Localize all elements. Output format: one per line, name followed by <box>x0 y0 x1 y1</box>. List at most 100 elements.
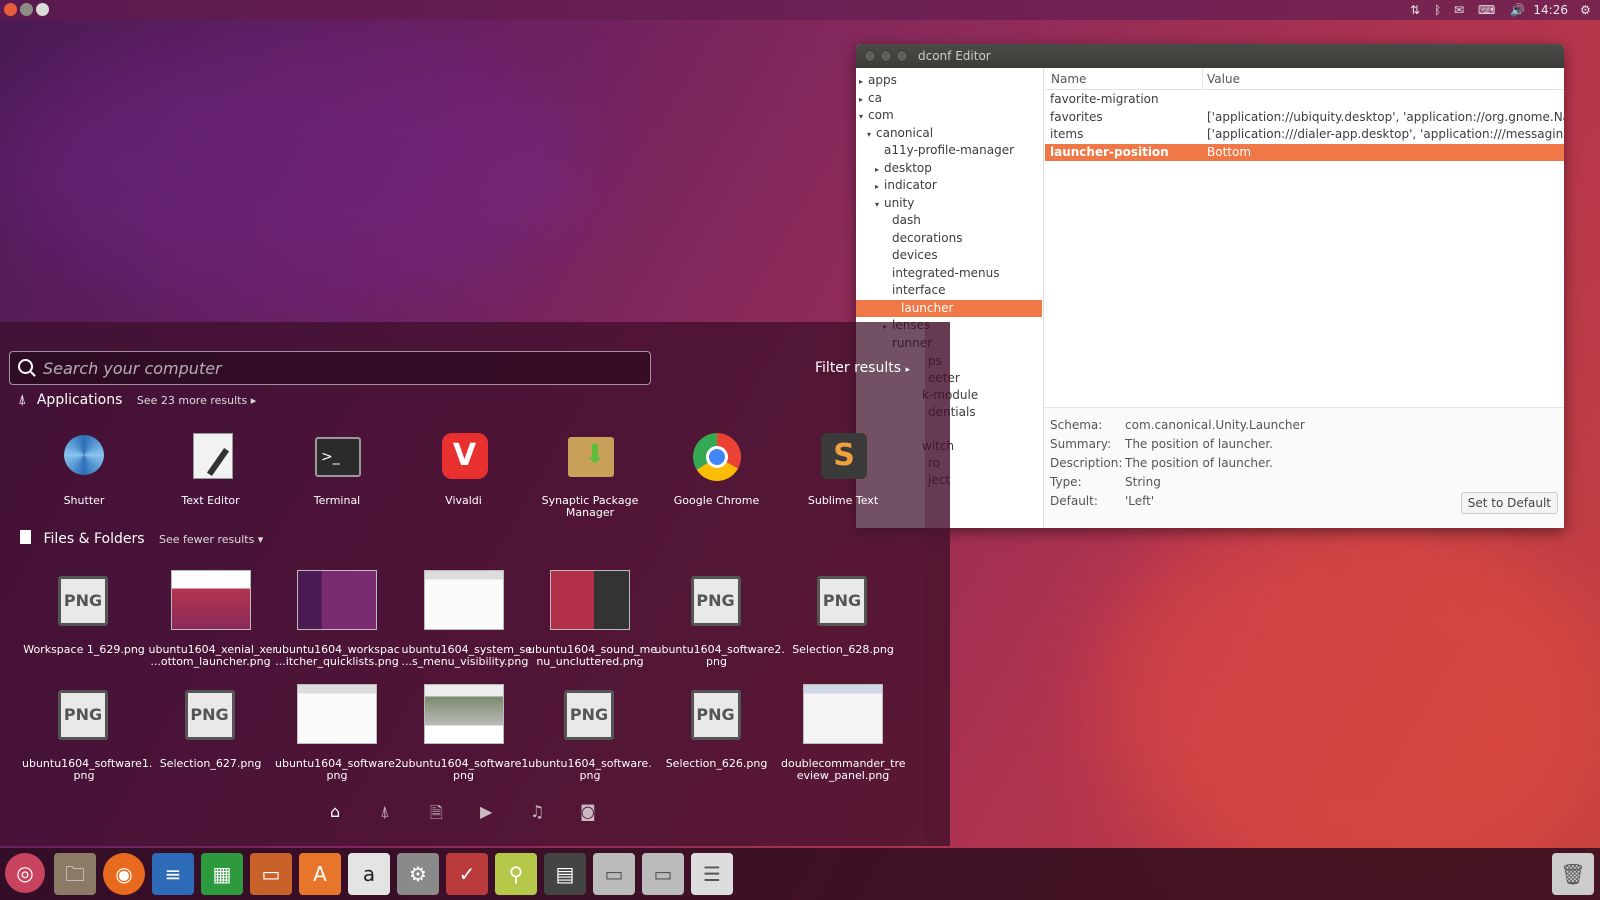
calc-icon[interactable]: ▦ <box>201 853 243 895</box>
expander-icon[interactable]: ▾ <box>867 126 876 143</box>
expander-icon[interactable]: ▸ <box>859 91 868 108</box>
trash-icon[interactable]: 🗑 <box>1552 853 1594 895</box>
file-item[interactable]: ubuntu1604_software2. png <box>275 682 405 782</box>
file-item[interactable]: ubuntu1604_sound_me nu_uncluttered.png <box>528 568 657 668</box>
impress-icon[interactable]: ▭ <box>250 853 292 895</box>
network-icon[interactable]: ⇅ <box>1410 2 1420 18</box>
file-item[interactable]: ubuntu1604_workspac ...itcher_quicklists.… <box>275 568 400 668</box>
tree-node-interface[interactable]: interface <box>883 282 946 299</box>
text-editor-icon <box>181 427 241 487</box>
tree-node-launcher[interactable]: launcher <box>856 299 1042 317</box>
app-chrome[interactable]: Google Chrome <box>657 427 777 507</box>
bluetooth-icon[interactable]: ᛒ <box>1434 2 1441 18</box>
app-text-editor[interactable]: Text Editor <box>151 427 271 507</box>
app-vivaldi[interactable]: V Vivaldi <box>404 427 524 507</box>
file-item[interactable]: PNG ubuntu1604_software1. png <box>22 682 152 782</box>
file-item[interactable]: doublecommander_tre eview_panel.png <box>781 682 906 782</box>
filter-results-button[interactable]: Filter results ▸ <box>815 360 910 376</box>
close-button[interactable] <box>4 3 17 16</box>
tree-node-decorations[interactable]: decorations <box>883 230 962 247</box>
file-item[interactable]: PNG Selection_627.png <box>149 682 273 770</box>
key-row-favorite-migration[interactable]: favorite-migration <box>1045 91 1564 108</box>
tree-node-a11y-profile-manager[interactable]: a11y-profile-manager <box>875 142 1014 159</box>
close-button[interactable] <box>864 50 876 62</box>
file-item[interactable]: PNG Selection_626.png <box>655 682 779 770</box>
tree-node-dash[interactable]: dash <box>883 212 921 229</box>
column-name[interactable]: Name <box>1051 72 1086 86</box>
maximize-button[interactable] <box>896 50 908 62</box>
minimize-button[interactable] <box>20 3 33 16</box>
storage-icon[interactable]: ☰ <box>691 853 733 895</box>
expander-icon[interactable]: ▾ <box>859 108 868 125</box>
drive1-icon[interactable]: ▭ <box>593 853 635 895</box>
file-item[interactable]: PNG Workspace 1_629.png <box>22 568 146 656</box>
ubuntu-dash-icon[interactable]: ◎ <box>5 853 45 893</box>
minimize-button[interactable] <box>880 50 892 62</box>
search-tool2-icon[interactable]: ⚲ <box>495 853 537 895</box>
gear-icon[interactable]: ⚙ <box>1580 2 1591 18</box>
search-tool-icon[interactable]: ✓ <box>446 853 488 895</box>
expander-icon[interactable]: ▸ <box>875 161 884 178</box>
app-synaptic[interactable]: ⬇ Synaptic Package Manager <box>530 427 650 519</box>
software-center-icon[interactable]: A <box>299 853 341 895</box>
video-lens-icon[interactable]: ▶ <box>480 802 492 821</box>
key-name: favorite-migration <box>1050 92 1159 106</box>
wallpaper-glow <box>1100 500 1600 900</box>
tree-node-canonical[interactable]: ▾ canonical <box>867 125 933 142</box>
see-more-results-link[interactable]: See 23 more results ▸ <box>137 394 256 407</box>
tree-node-desktop[interactable]: ▸ desktop <box>875 160 932 177</box>
expander-icon[interactable]: ▸ <box>859 73 868 90</box>
applications-lens-icon[interactable]: ⍋ <box>380 802 390 822</box>
key-row-launcher-position[interactable]: launcher-position Bottom <box>1045 143 1564 161</box>
tree-node-devices[interactable]: devices <box>883 247 938 264</box>
tree-node-integrated-menus[interactable]: integrated-menus <box>883 265 1000 282</box>
firefox-icon[interactable]: ◉ <box>103 853 145 895</box>
maximize-button[interactable] <box>36 3 49 16</box>
png-file-icon: PNG <box>817 576 867 626</box>
key-row-items[interactable]: items ['application:///dialer-app.desktop… <box>1045 126 1564 143</box>
tree-node-unity[interactable]: ▾ unity <box>875 195 914 212</box>
home-lens-icon[interactable]: ⌂ <box>330 802 340 821</box>
files-icon[interactable]: 🗀 <box>54 853 96 895</box>
file-item[interactable]: ubuntu1604_system_se ...s_menu_visibility… <box>402 568 532 668</box>
key-value: Bottom <box>1207 144 1252 159</box>
volume-icon[interactable]: 🔊 <box>1510 2 1525 18</box>
workspace-switcher-icon[interactable]: ▤ <box>544 853 586 895</box>
column-value[interactable]: Value <box>1207 72 1240 86</box>
file-label: Selection_627.png <box>159 757 262 770</box>
clock[interactable]: 14:26 <box>1533 2 1568 18</box>
tree-node-apps[interactable]: ▸ apps <box>859 72 897 89</box>
search-input[interactable] <box>43 352 643 384</box>
photo-lens-icon[interactable]: ◙ <box>580 802 596 821</box>
lens-bar: ⌂ ⍋ 🗎 ▶ ♫ ◙ <box>0 798 925 824</box>
app-terminal[interactable]: >_ Terminal <box>277 427 397 507</box>
mail-icon[interactable]: ✉ <box>1454 2 1464 18</box>
app-label: Terminal <box>313 494 361 507</box>
see-fewer-results-link[interactable]: See fewer results ▾ <box>159 533 263 546</box>
file-item[interactable]: ubuntu1604_software1. png <box>402 682 532 782</box>
music-lens-icon[interactable]: ♫ <box>530 802 544 821</box>
type-row: Type: String <box>1050 475 1161 489</box>
file-label-line2: png <box>706 655 727 668</box>
expander-icon[interactable]: ▸ <box>875 178 884 195</box>
amazon-icon[interactable]: a <box>348 853 390 895</box>
app-sublime[interactable]: S Sublime Text <box>783 427 903 507</box>
files-lens-icon[interactable]: 🗎 <box>430 802 443 829</box>
tree-node-label: ca <box>868 90 882 105</box>
writer-icon[interactable]: ≡ <box>152 853 194 895</box>
file-item[interactable]: ubuntu1604_xenial_xer ...ottom_launcher.p… <box>149 568 277 668</box>
key-row-favorites[interactable]: favorites ['application://ubiquity.deskto… <box>1045 109 1564 126</box>
tree-node-com[interactable]: ▾ com <box>859 107 894 124</box>
tree-node-ca[interactable]: ▸ ca <box>859 90 882 107</box>
file-item[interactable]: PNG ubuntu1604_software2. png <box>655 568 785 668</box>
file-item[interactable]: PNG Selection_628.png <box>781 568 905 656</box>
set-to-default-button[interactable]: Set to Default <box>1460 492 1558 514</box>
system-settings-icon[interactable]: ⚙ <box>397 853 439 895</box>
drive2-icon[interactable]: ▭ <box>642 853 684 895</box>
window-titlebar[interactable]: dconf Editor <box>856 44 1564 68</box>
tree-node-indicator[interactable]: ▸ indicator <box>875 177 937 194</box>
expander-icon[interactable]: ▾ <box>875 196 884 213</box>
app-shutter[interactable]: Shutter <box>24 427 144 507</box>
file-item[interactable]: PNG ubuntu1604_software. png <box>528 682 652 782</box>
keyboard-icon[interactable]: ⌨ <box>1478 2 1495 18</box>
